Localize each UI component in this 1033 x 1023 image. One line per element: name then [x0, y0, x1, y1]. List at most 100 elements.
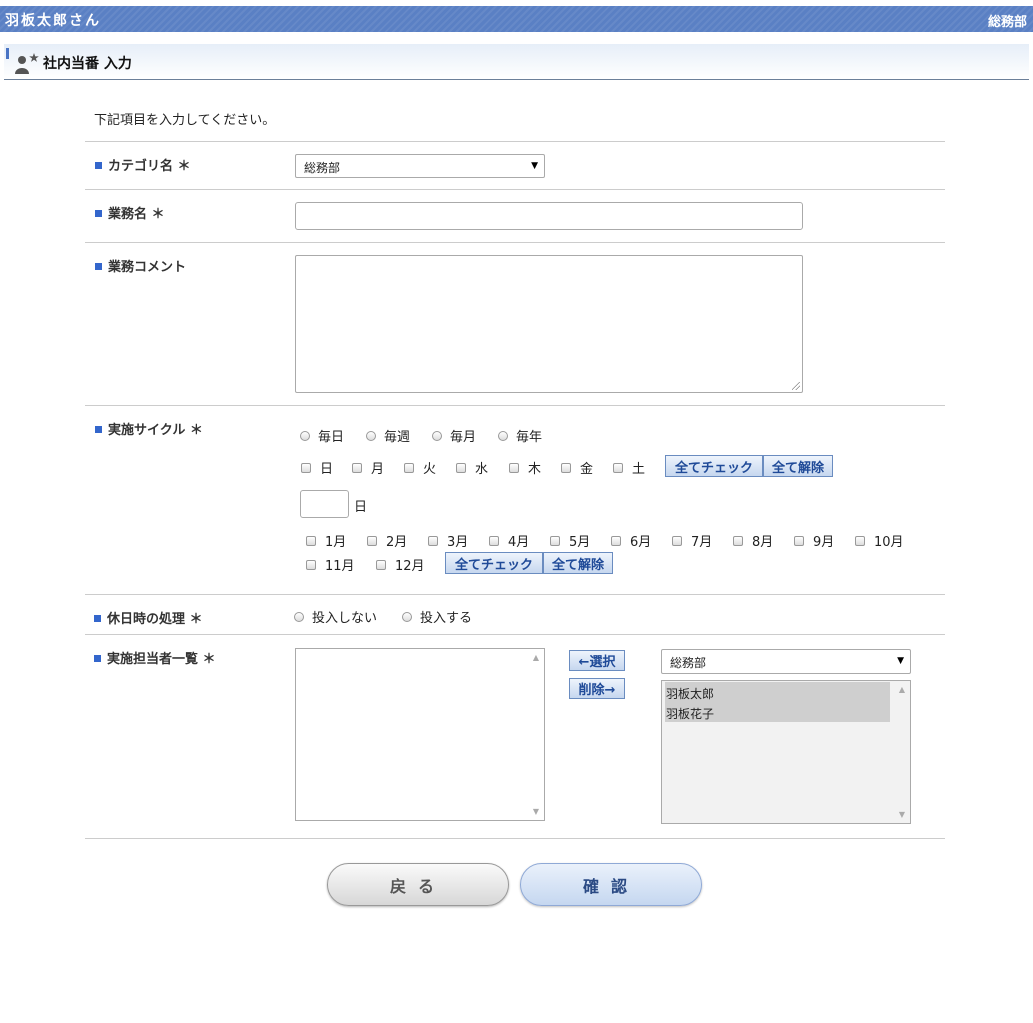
checkbox-icon	[489, 535, 499, 546]
divider	[85, 189, 945, 190]
cycle-radio-monthly[interactable]: 毎月	[432, 426, 476, 445]
weekday-checkbox-sun[interactable]: 日	[301, 458, 333, 477]
category-label: カテゴリ名 ＊	[95, 155, 191, 174]
weekday-checkbox-mon[interactable]: 月	[352, 458, 384, 477]
weekday-clear-all-button[interactable]: 全て解除	[763, 455, 833, 477]
day-unit-label: 日	[354, 500, 368, 515]
month-checkbox-6[interactable]: 6月	[611, 531, 651, 550]
checkbox-icon	[611, 535, 621, 546]
bullet-square-icon	[95, 263, 102, 270]
user-name: 羽板太郎さん	[5, 13, 101, 29]
page-title-bar: 社内当番 入力	[4, 44, 1029, 80]
assignees-label: 実施担当者一覧 ＊	[94, 648, 216, 667]
candidate-assignees-listbox[interactable]: 羽板太郎 羽板花子 ▲ ▼	[661, 680, 911, 824]
cycle-radio-daily[interactable]: 毎日	[300, 426, 344, 445]
radio-icon	[402, 611, 412, 622]
checkbox-icon	[509, 462, 519, 473]
checkbox-icon	[301, 462, 311, 473]
checkbox-icon	[672, 535, 682, 546]
intro-text: 下記項目を入力してください。	[94, 113, 276, 128]
scroll-up-icon[interactable]: ▲	[899, 685, 905, 694]
scroll-up-icon[interactable]: ▲	[533, 653, 539, 662]
holiday-radio-skip[interactable]: 投入しない	[294, 607, 377, 626]
candidate-option[interactable]: 羽板花子	[665, 702, 890, 722]
checkbox-icon	[855, 535, 865, 546]
title-accent-bar	[6, 48, 9, 59]
month-checkbox-4[interactable]: 4月	[489, 531, 529, 550]
month-checkbox-1[interactable]: 1月	[306, 531, 346, 550]
scroll-down-icon[interactable]: ▼	[899, 810, 905, 819]
checkbox-icon	[794, 535, 804, 546]
bullet-square-icon	[95, 210, 102, 217]
selected-assignees-listbox[interactable]: ▲ ▼	[295, 648, 545, 821]
divider	[85, 838, 945, 839]
month-checkbox-3[interactable]: 3月	[428, 531, 468, 550]
category-select-value: 総務部	[304, 161, 341, 175]
cycle-radio-yearly[interactable]: 毎年	[498, 426, 542, 445]
resize-handle-icon[interactable]	[792, 382, 800, 390]
bullet-square-icon	[94, 655, 101, 662]
month-checkbox-8[interactable]: 8月	[733, 531, 773, 550]
month-checkbox-11[interactable]: 11月	[306, 555, 355, 574]
divider	[85, 634, 945, 635]
month-checkbox-10[interactable]: 10月	[855, 531, 904, 550]
radio-icon	[300, 430, 310, 441]
holiday-radio-insert[interactable]: 投入する	[402, 607, 472, 626]
task-comment-label: 業務コメント	[95, 256, 186, 275]
divider	[85, 594, 945, 595]
month-clear-all-button[interactable]: 全て解除	[543, 552, 613, 574]
divider	[85, 405, 945, 406]
checkbox-icon	[376, 559, 386, 570]
select-assignee-button[interactable]: ←選択	[569, 650, 625, 671]
checkbox-icon	[733, 535, 743, 546]
category-select[interactable]: 総務部 ▼	[295, 154, 545, 178]
bullet-square-icon	[95, 426, 102, 433]
checkbox-icon	[550, 535, 560, 546]
scroll-down-icon[interactable]: ▼	[533, 807, 539, 816]
month-checkbox-9[interactable]: 9月	[794, 531, 834, 550]
weekday-check-all-button[interactable]: 全てチェック	[665, 455, 763, 477]
month-checkbox-5[interactable]: 5月	[550, 531, 590, 550]
bullet-square-icon	[95, 162, 102, 169]
month-checkbox-7[interactable]: 7月	[672, 531, 712, 550]
remove-assignee-button[interactable]: 削除→	[569, 678, 625, 699]
dropdown-arrow-icon: ▼	[531, 161, 538, 171]
weekday-checkbox-tue[interactable]: 火	[404, 458, 436, 477]
radio-icon	[366, 430, 376, 441]
department-name: 総務部	[987, 15, 1027, 30]
cycle-radio-weekly[interactable]: 毎週	[366, 426, 410, 445]
month-checkbox-12[interactable]: 12月	[376, 555, 425, 574]
weekday-checkbox-fri[interactable]: 金	[561, 458, 593, 477]
user-star-icon	[15, 53, 39, 74]
dropdown-arrow-icon: ▼	[897, 656, 904, 666]
assignee-group-select[interactable]: 総務部 ▼	[661, 649, 911, 674]
weekday-checkbox-thu[interactable]: 木	[509, 458, 541, 477]
checkbox-icon	[456, 462, 466, 473]
task-comment-textarea[interactable]	[295, 255, 803, 393]
candidate-option[interactable]: 羽板太郎	[665, 682, 890, 702]
task-name-input[interactable]	[295, 202, 803, 230]
checkbox-icon	[306, 559, 316, 570]
radio-icon	[432, 430, 442, 441]
day-number-input[interactable]	[300, 490, 349, 518]
holiday-label: 休日時の処理 ＊	[94, 608, 203, 627]
weekday-checkbox-wed[interactable]: 水	[456, 458, 488, 477]
divider	[85, 242, 945, 243]
month-checkbox-2[interactable]: 2月	[367, 531, 407, 550]
weekday-checkbox-sat[interactable]: 土	[613, 458, 645, 477]
checkbox-icon	[613, 462, 623, 473]
checkbox-icon	[561, 462, 571, 473]
page-title: 社内当番 入力	[43, 56, 132, 72]
assignee-group-value: 総務部	[670, 656, 707, 670]
checkbox-icon	[352, 462, 362, 473]
divider	[85, 141, 945, 142]
month-check-all-button[interactable]: 全てチェック	[445, 552, 543, 574]
checkbox-icon	[404, 462, 414, 473]
bullet-square-icon	[94, 615, 101, 622]
back-button[interactable]: 戻る	[327, 863, 509, 906]
confirm-button[interactable]: 確認	[520, 863, 702, 906]
cycle-label: 実施サイクル ＊	[95, 419, 203, 438]
radio-icon	[498, 430, 508, 441]
radio-icon	[294, 611, 304, 622]
checkbox-icon	[306, 535, 316, 546]
